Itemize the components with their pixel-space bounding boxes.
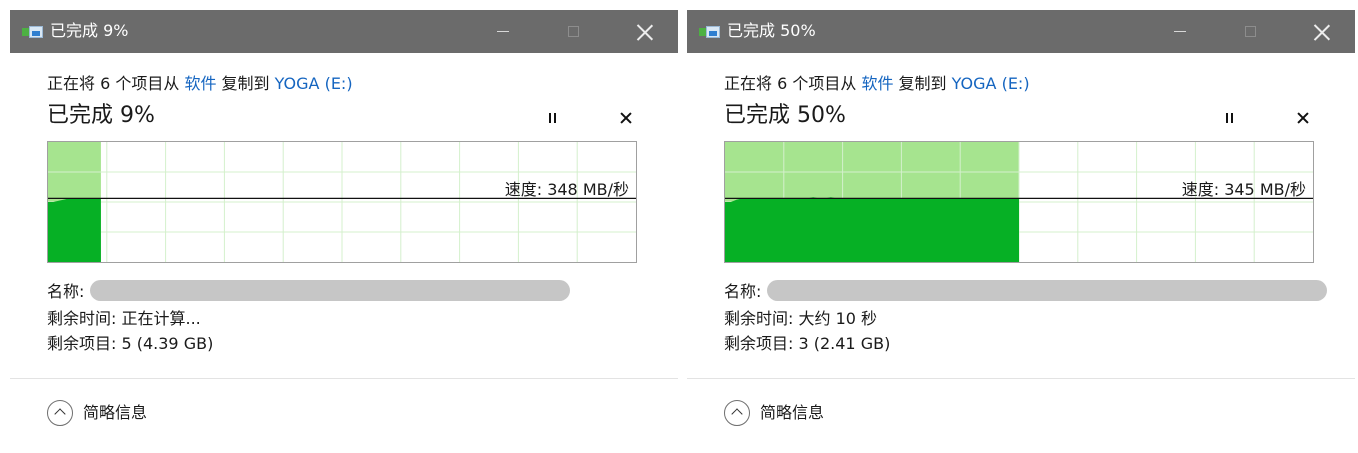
minimize-icon [1174, 31, 1186, 32]
description-middle: 复制到 [893, 74, 952, 93]
close-button[interactable] [622, 10, 668, 53]
chevron-up-icon [47, 400, 73, 426]
remaining-items: 剩余项目: 5 (4.39 GB) [47, 334, 214, 353]
copy-description: 正在将 6 个项目从 软件 复制到 YOGA (E:) [47, 73, 353, 95]
divider [10, 378, 678, 379]
source-folder-link[interactable]: 软件 [184, 74, 216, 93]
file-copy-icon [699, 26, 721, 38]
close-icon [1314, 24, 1330, 40]
remaining-time: 剩余时间: 大约 10 秒 [724, 309, 878, 328]
speed-graph-canvas [48, 142, 636, 262]
file-name-redacted [90, 280, 570, 301]
description-prefix: 正在将 6 个项目从 [724, 74, 862, 93]
file-name-label: 名称: [724, 282, 762, 301]
close-icon [637, 24, 653, 40]
minimize-button[interactable] [1157, 10, 1203, 53]
pause-icon [1225, 113, 1228, 123]
pause-icon [548, 113, 551, 123]
copy-description: 正在将 6 个项目从 软件 复制到 YOGA (E:) [724, 73, 1030, 95]
title-bar[interactable]: 已完成 50% [687, 10, 1355, 53]
remaining-items: 剩余项目: 3 (2.41 GB) [724, 334, 891, 353]
title-bar[interactable]: 已完成 9% [10, 10, 678, 53]
divider [687, 378, 1355, 379]
speed-readout: 速度: 348 MB/秒 [504, 180, 629, 199]
maximize-icon [567, 26, 579, 37]
source-folder-link[interactable]: 软件 [861, 74, 893, 93]
file-name-label: 名称: [47, 282, 85, 301]
remaining-time: 剩余时间: 正在计算... [47, 309, 201, 328]
speed-area [725, 197, 1019, 262]
transfer-speed-graph: 速度: 345 MB/秒 [724, 141, 1314, 263]
window-title: 已完成 9% [50, 21, 129, 40]
description-prefix: 正在将 6 个项目从 [47, 74, 185, 93]
transfer-speed-graph: 速度: 348 MB/秒 [47, 141, 637, 263]
speed-area [48, 198, 101, 262]
speed-graph-canvas [725, 142, 1313, 262]
cancel-button[interactable] [616, 108, 636, 128]
copy-dialog-2: 已完成 50% 正在将 6 个项目从 软件 复制到 YOGA (E:) 已完成 … [687, 10, 1355, 453]
close-button[interactable] [1299, 10, 1345, 53]
cancel-button[interactable] [1293, 108, 1313, 128]
speed-readout: 速度: 345 MB/秒 [1181, 180, 1306, 199]
fewer-details-label: 简略信息 [760, 403, 825, 422]
file-name-redacted [767, 280, 1327, 301]
progress-title: 已完成 9% [47, 103, 155, 128]
maximize-button[interactable] [1227, 10, 1273, 53]
destination-drive-link[interactable]: YOGA (E:) [275, 74, 353, 93]
file-copy-icon [22, 26, 44, 38]
pause-button[interactable] [1218, 110, 1240, 126]
maximize-button[interactable] [550, 10, 596, 53]
progress-title: 已完成 50% [724, 103, 846, 128]
fewer-details-label: 简略信息 [83, 403, 148, 422]
destination-drive-link[interactable]: YOGA (E:) [952, 74, 1030, 93]
maximize-icon [1244, 26, 1256, 37]
copy-dialog-1: 已完成 9% 正在将 6 个项目从 软件 复制到 YOGA (E:) 已完成 9… [10, 10, 678, 453]
minimize-icon [497, 31, 509, 32]
window-title: 已完成 50% [727, 21, 816, 40]
minimize-button[interactable] [480, 10, 526, 53]
description-middle: 复制到 [216, 74, 275, 93]
pause-button[interactable] [541, 110, 563, 126]
chevron-up-icon [724, 400, 750, 426]
